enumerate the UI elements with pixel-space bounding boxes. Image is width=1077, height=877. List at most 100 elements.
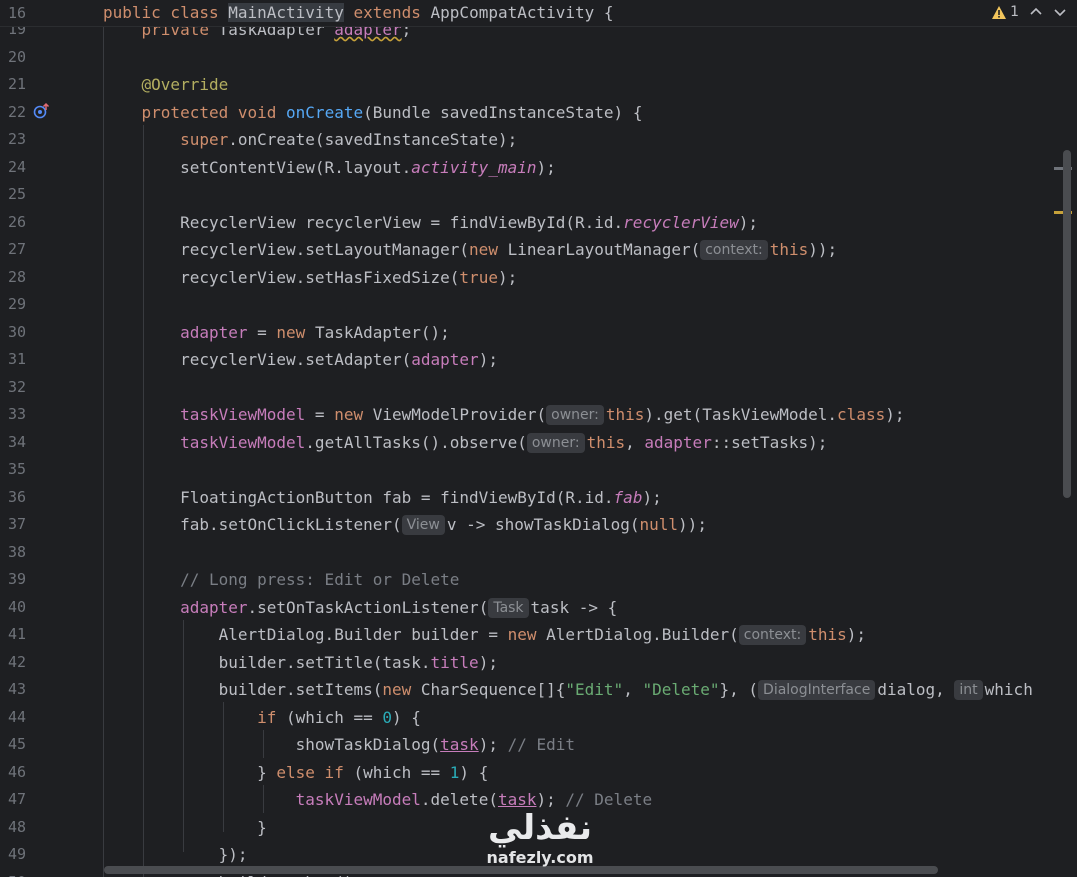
code-line[interactable]: 24 setContentView(R.layout.activity_main…	[0, 154, 1077, 182]
line-number: 34	[8, 432, 27, 451]
code-text[interactable]: adapter.setOnTaskActionListener(Task task…	[103, 594, 617, 622]
line-number: 48	[8, 817, 27, 836]
code-token: 1	[449, 762, 460, 782]
code-token: protected void	[103, 102, 287, 122]
code-text[interactable]: taskViewModel = new ViewModelProvider(ow…	[103, 401, 904, 429]
code-line[interactable]: 25	[0, 181, 1077, 209]
code-line[interactable]: 29	[0, 291, 1077, 319]
code-text[interactable]: adapter = new TaskAdapter();	[103, 319, 450, 347]
code-text[interactable]: super.onCreate(savedInstanceState);	[103, 126, 517, 154]
sticky-class-header[interactable]: 16 public class MainActivity extends App…	[0, 0, 1077, 27]
code-line[interactable]: 21 @Override	[0, 71, 1077, 99]
code-line[interactable]: 34 taskViewModel.getAllTasks().observe(o…	[0, 429, 1077, 457]
code-text[interactable]: setContentView(R.layout.activity_main);	[103, 154, 556, 182]
code-line[interactable]: 46 } else if (which == 1) {	[0, 759, 1077, 787]
line-number: 41	[8, 625, 27, 643]
code-line[interactable]: 26 RecyclerView recyclerView = findViewB…	[0, 209, 1077, 237]
warning-count: 1	[1010, 4, 1019, 20]
code-editor[interactable]: 16 public class MainActivity extends App…	[0, 0, 1077, 877]
override-method-icon[interactable]	[33, 102, 51, 120]
code-line[interactable]: 41 AlertDialog.Builder builder = new Ale…	[0, 621, 1077, 649]
code-token: new	[507, 625, 547, 644]
code-line[interactable]: 49 });	[0, 841, 1077, 869]
code-text[interactable]: // Long press: Edit or Delete	[103, 566, 459, 594]
code-text[interactable]: recyclerView.setHasFixedSize(true);	[103, 264, 517, 292]
code-token: AlertDialog.Builder(	[546, 625, 739, 644]
code-text[interactable]: if (which == 0) {	[103, 704, 421, 732]
code-text[interactable]: @Override	[103, 71, 229, 99]
sticky-code-line[interactable]: public class MainActivity extends AppCom…	[103, 0, 614, 26]
line-number: 33	[8, 405, 27, 423]
code-text[interactable]: AlertDialog.Builder builder = new AlertD…	[103, 621, 866, 649]
code-token: @Override	[141, 75, 229, 94]
code-token: adapter	[180, 322, 248, 342]
code-line[interactable]: 23 super.onCreate(savedInstanceState);	[0, 126, 1077, 154]
line-number: 38	[8, 542, 27, 561]
parameter-hint: owner:	[546, 405, 604, 425]
code-text[interactable]: }	[103, 814, 267, 842]
warning-indicator[interactable]: 1	[991, 4, 1019, 20]
code-line[interactable]: 27 recyclerView.setLayoutManager(new Lin…	[0, 236, 1077, 264]
code-text[interactable]: showTaskDialog(task); // Edit	[103, 731, 575, 759]
code-token: this	[769, 240, 809, 259]
code-token: =	[305, 405, 335, 424]
code-line[interactable]: 33 taskViewModel = new ViewModelProvider…	[0, 401, 1077, 429]
line-number: 50	[8, 869, 34, 877]
code-line[interactable]: 37 fab.setOnClickListener(View v -> showT…	[0, 511, 1077, 539]
code-token: task	[497, 790, 537, 809]
code-text[interactable]: FloatingActionButton fab = findViewById(…	[103, 484, 662, 512]
code-token: v -> showTaskDialog(	[446, 515, 640, 534]
code-text[interactable]: taskViewModel.getAllTasks().observe(owne…	[103, 429, 827, 457]
code-text[interactable]: builder.setItems(new CharSequence[]{"Edi…	[103, 676, 1033, 704]
code-token: .onCreate(savedInstanceState);	[228, 130, 518, 149]
code-token: fab.setOnClickListener(	[103, 515, 402, 534]
code-token: task -> {	[530, 597, 618, 617]
chevron-down-icon[interactable]	[1053, 5, 1067, 19]
code-token: new	[469, 240, 508, 259]
code-line[interactable]: 31 recyclerView.setAdapter(adapter);	[0, 346, 1077, 374]
code-line[interactable]: 47 taskViewModel.delete(task); // Delete	[0, 786, 1077, 814]
code-token: AppCompatActivity {	[430, 3, 614, 22]
code-line[interactable]: 38	[0, 539, 1077, 567]
code-token: setContentView(R.layout.	[103, 157, 412, 177]
code-line[interactable]: 22 protected void onCreate(Bundle savedI…	[0, 99, 1077, 127]
code-token: recyclerView.setHasFixedSize(	[103, 267, 460, 287]
code-token: public class	[103, 3, 229, 22]
line-number: 42	[8, 652, 27, 671]
line-number: 27	[8, 240, 27, 258]
code-line[interactable]: 42 builder.setTitle(task.title);	[0, 649, 1077, 677]
code-line[interactable]: 35	[0, 456, 1077, 484]
vertical-scrollbar[interactable]	[1063, 150, 1071, 498]
code-text[interactable]: fab.setOnClickListener(View v -> showTask…	[103, 511, 707, 539]
code-token: });	[103, 845, 248, 864]
code-line[interactable]: 48 }	[0, 814, 1077, 842]
chevron-up-icon[interactable]	[1029, 5, 1043, 19]
code-line[interactable]: 28 recyclerView.setHasFixedSize(true);	[0, 264, 1077, 292]
code-line[interactable]: 45 showTaskDialog(task); // Edit	[0, 731, 1077, 759]
code-token: ) {	[392, 707, 421, 727]
code-text[interactable]: } else if (which == 1) {	[103, 759, 488, 787]
code-text[interactable]: recyclerView.setLayoutManager(new Linear…	[103, 236, 837, 264]
code-text[interactable]: recyclerView.setAdapter(adapter);	[103, 346, 498, 374]
code-text[interactable]: builder.setTitle(task.title);	[103, 649, 498, 677]
code-line[interactable]: 32	[0, 374, 1077, 402]
code-text[interactable]: RecyclerView recyclerView = findViewById…	[103, 209, 758, 237]
code-line[interactable]: 44 if (which == 0) {	[0, 704, 1077, 732]
code-text[interactable]: taskViewModel.delete(task); // Delete	[103, 786, 652, 814]
code-token: class	[837, 405, 886, 424]
horizontal-scrollbar[interactable]	[104, 866, 938, 874]
code-line[interactable]: 20	[0, 44, 1077, 72]
code-token: recyclerView.setLayoutManager(	[103, 240, 470, 259]
code-token: new	[276, 322, 315, 342]
code-text[interactable]: });	[103, 841, 248, 869]
code-line[interactable]: 40 adapter.setOnTaskActionListener(Task t…	[0, 594, 1077, 622]
code-line[interactable]: 30 adapter = new TaskAdapter();	[0, 319, 1077, 347]
code-line[interactable]: 43 builder.setItems(new CharSequence[]{"…	[0, 676, 1077, 704]
code-line[interactable]: 39 // Long press: Edit or Delete	[0, 566, 1077, 594]
code-text[interactable]: protected void onCreate(Bundle savedInst…	[103, 99, 643, 127]
code-line[interactable]: 36 FloatingActionButton fab = findViewBy…	[0, 484, 1077, 512]
inspection-widget[interactable]: 1	[991, 4, 1067, 20]
